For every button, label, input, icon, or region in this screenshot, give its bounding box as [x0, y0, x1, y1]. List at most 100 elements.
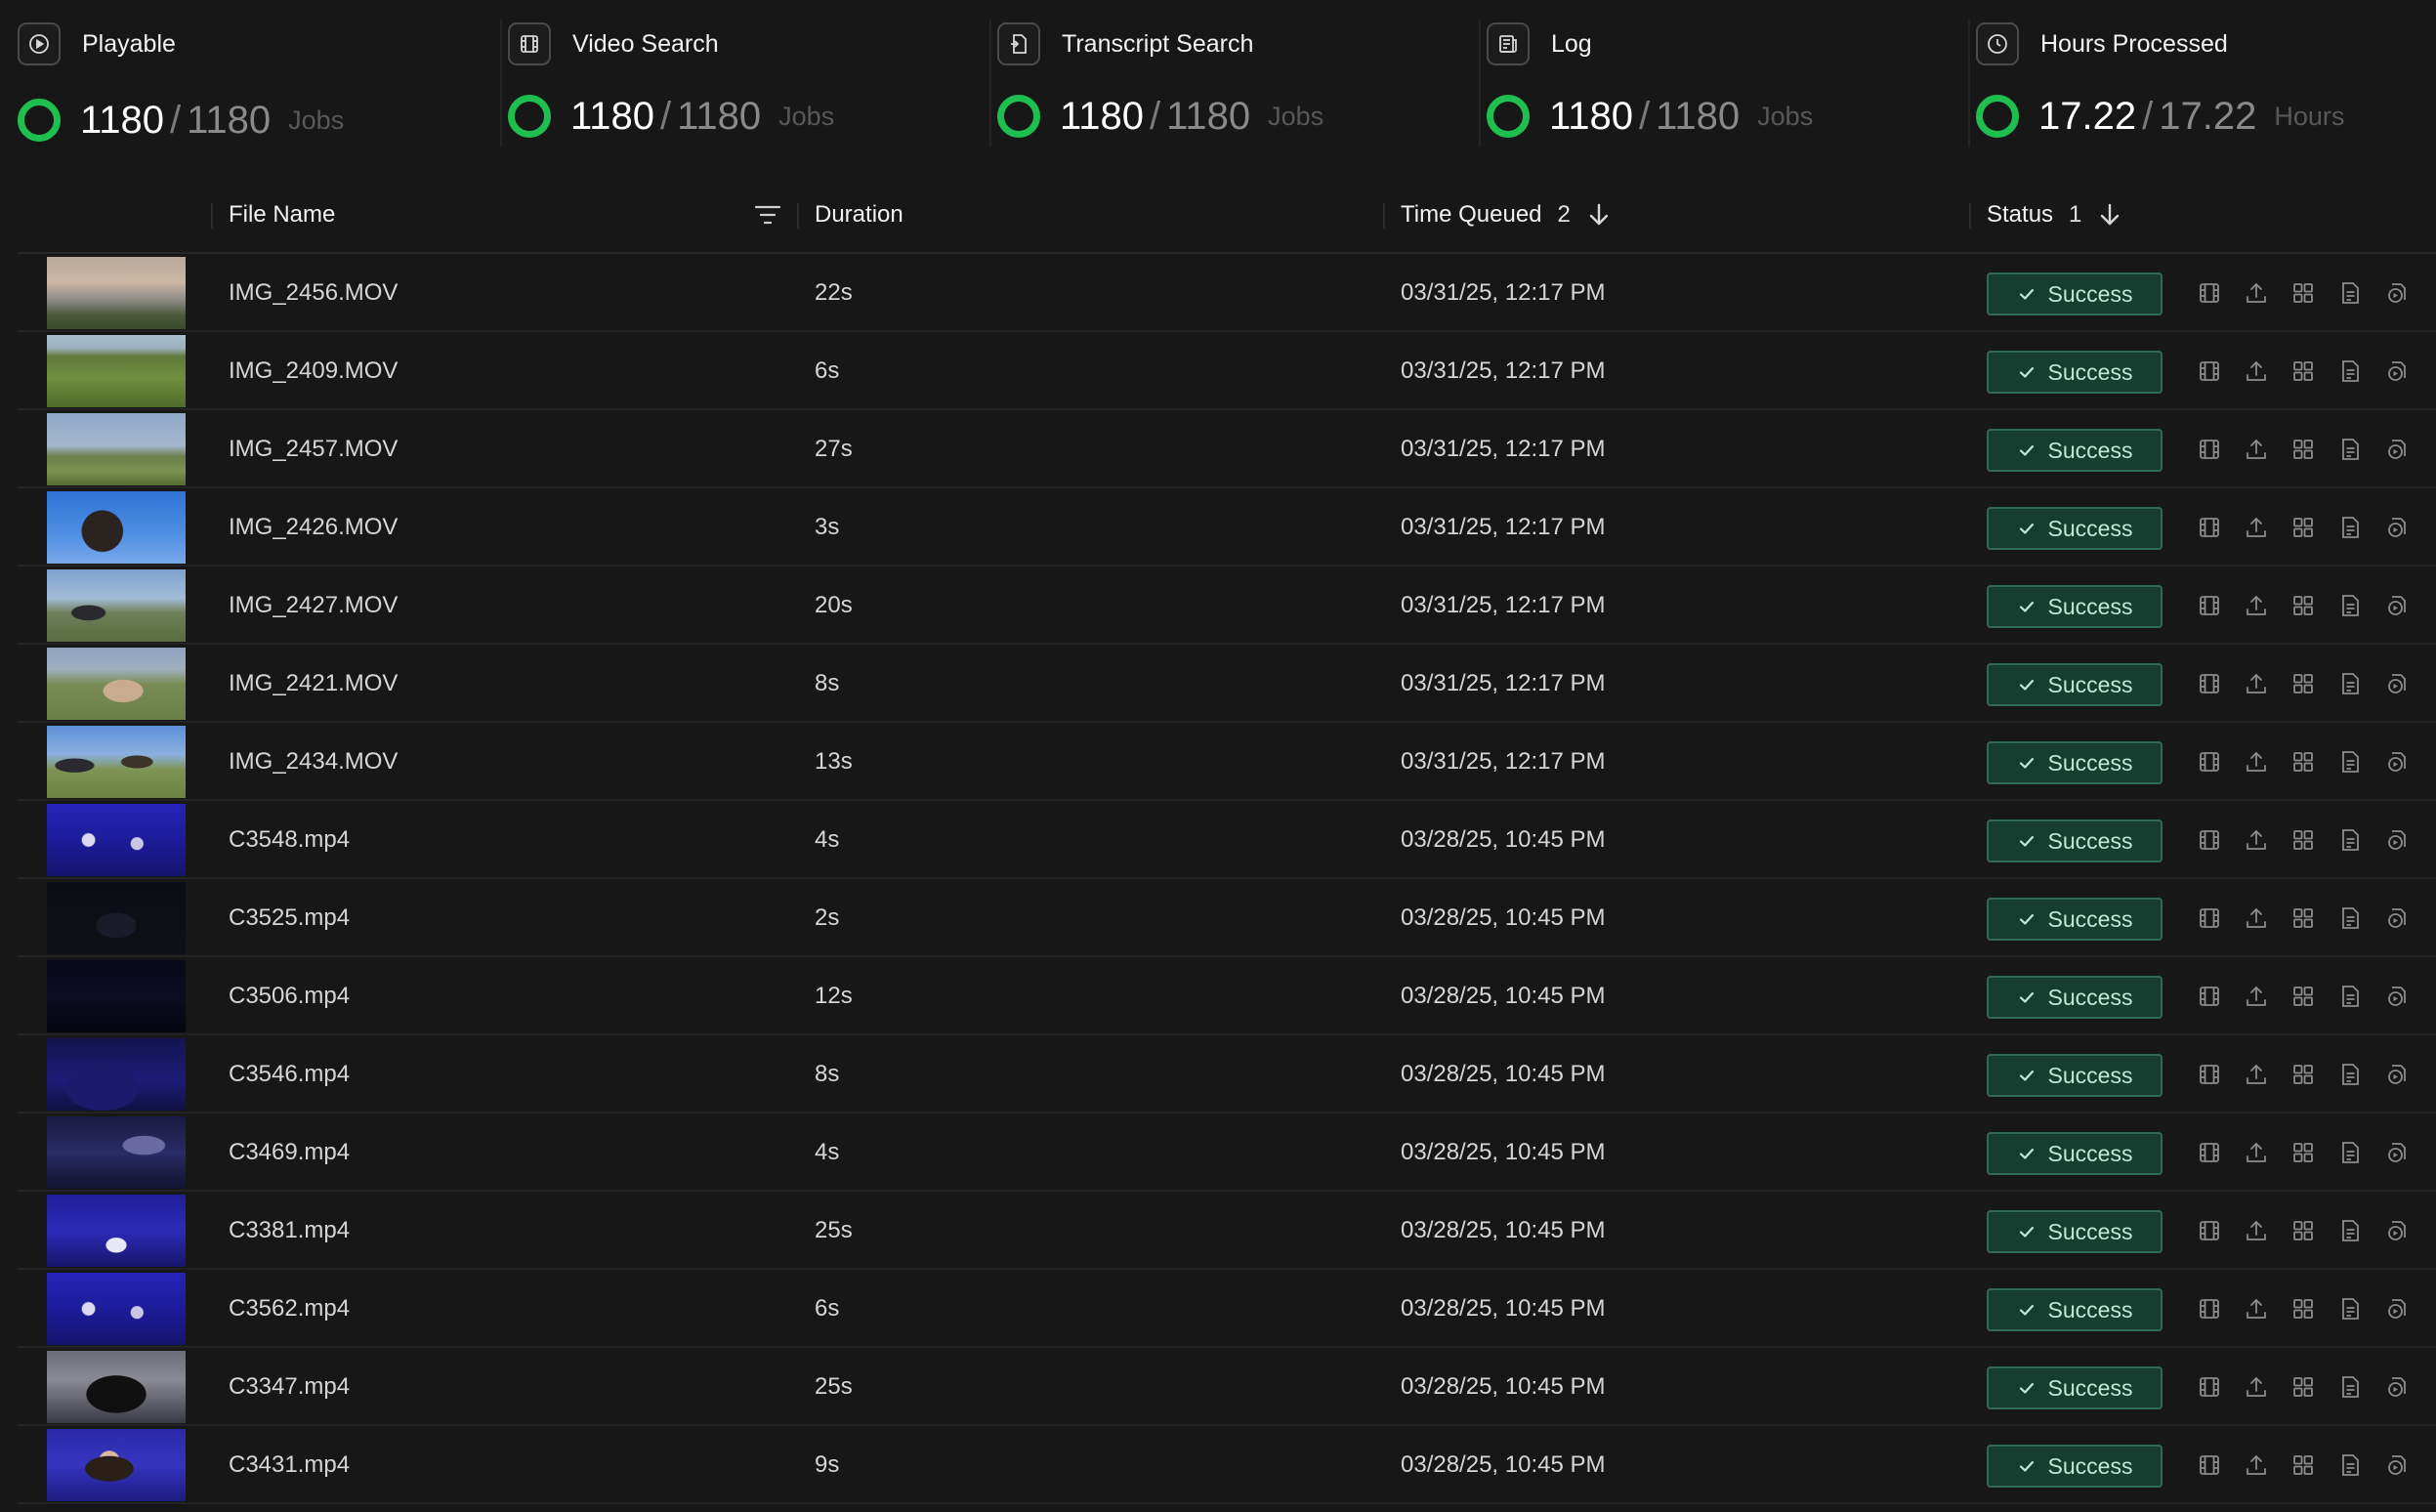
table-row[interactable]: C3506.mp4 12s 03/28/25, 10:45 PM Success [18, 957, 2436, 1035]
table-row[interactable]: C3381.mp4 25s 03/28/25, 10:45 PM Success [18, 1192, 2436, 1270]
table-row[interactable]: IMG_2426.MOV 3s 03/31/25, 12:17 PM Success [18, 488, 2436, 567]
video-thumbnail[interactable] [47, 257, 186, 329]
video-thumbnail[interactable] [47, 1116, 186, 1189]
transcript-icon[interactable] [2381, 903, 2413, 934]
video-thumbnail[interactable] [47, 804, 186, 876]
transcript-icon[interactable] [2381, 824, 2413, 856]
grid-icon[interactable] [2288, 981, 2319, 1012]
document-icon[interactable] [2334, 668, 2366, 699]
film-icon[interactable] [2194, 981, 2225, 1012]
table-row[interactable]: C3469.mp4 4s 03/28/25, 10:45 PM Success [18, 1113, 2436, 1192]
upload-icon[interactable] [2241, 824, 2272, 856]
document-icon[interactable] [2334, 1215, 2366, 1246]
film-icon[interactable] [2194, 512, 2225, 543]
upload-icon[interactable] [2241, 1137, 2272, 1168]
upload-icon[interactable] [2241, 1449, 2272, 1481]
table-row[interactable]: C3525.mp4 2s 03/28/25, 10:45 PM Success [18, 879, 2436, 957]
table-row[interactable]: C3431.mp4 9s 03/28/25, 10:45 PM Success [18, 1426, 2436, 1504]
column-header-duration[interactable]: Duration [797, 176, 903, 254]
transcript-icon[interactable] [2381, 590, 2413, 621]
arrow-down-icon[interactable] [2097, 201, 2122, 229]
document-icon[interactable] [2334, 981, 2366, 1012]
document-icon[interactable] [2334, 277, 2366, 309]
grid-icon[interactable] [2288, 1059, 2319, 1090]
table-row[interactable]: IMG_2427.MOV 20s 03/31/25, 12:17 PM Success [18, 567, 2436, 645]
film-icon[interactable] [2194, 434, 2225, 465]
document-icon[interactable] [2334, 1371, 2366, 1403]
transcript-icon[interactable] [2381, 356, 2413, 387]
upload-icon[interactable] [2241, 356, 2272, 387]
video-thumbnail[interactable] [47, 569, 186, 642]
transcript-icon[interactable] [2381, 512, 2413, 543]
transcript-icon[interactable] [2381, 981, 2413, 1012]
upload-icon[interactable] [2241, 903, 2272, 934]
film-icon[interactable] [2194, 668, 2225, 699]
film-icon[interactable] [2194, 1215, 2225, 1246]
transcript-icon[interactable] [2381, 1371, 2413, 1403]
film-icon[interactable] [2194, 277, 2225, 309]
upload-icon[interactable] [2241, 981, 2272, 1012]
column-header-file-name[interactable]: File Name [211, 176, 335, 254]
transcript-icon[interactable] [2381, 746, 2413, 777]
grid-icon[interactable] [2288, 434, 2319, 465]
document-icon[interactable] [2334, 356, 2366, 387]
video-thumbnail[interactable] [47, 1273, 186, 1345]
film-icon[interactable] [2194, 1137, 2225, 1168]
column-header-status[interactable]: Status 1 [1969, 176, 2122, 254]
upload-icon[interactable] [2241, 1371, 2272, 1403]
arrow-down-icon[interactable] [1586, 201, 1612, 229]
video-thumbnail[interactable] [47, 1351, 186, 1423]
video-thumbnail[interactable] [47, 1429, 186, 1501]
table-row[interactable]: C3347.mp4 25s 03/28/25, 10:45 PM Success [18, 1348, 2436, 1426]
table-row[interactable]: IMG_2434.MOV 13s 03/31/25, 12:17 PM Success [18, 723, 2436, 801]
video-thumbnail[interactable] [47, 491, 186, 564]
film-icon[interactable] [2194, 746, 2225, 777]
document-icon[interactable] [2334, 903, 2366, 934]
table-row[interactable]: C3546.mp4 8s 03/28/25, 10:45 PM Success [18, 1035, 2436, 1113]
document-icon[interactable] [2334, 746, 2366, 777]
table-row[interactable]: C3548.mp4 4s 03/28/25, 10:45 PM Success [18, 801, 2436, 879]
grid-icon[interactable] [2288, 824, 2319, 856]
film-icon[interactable] [2194, 1293, 2225, 1324]
table-row[interactable]: C3562.mp4 6s 03/28/25, 10:45 PM Success [18, 1270, 2436, 1348]
video-thumbnail[interactable] [47, 726, 186, 798]
grid-icon[interactable] [2288, 512, 2319, 543]
grid-icon[interactable] [2288, 277, 2319, 309]
transcript-icon[interactable] [2381, 1215, 2413, 1246]
table-row[interactable]: IMG_2409.MOV 6s 03/31/25, 12:17 PM Success [18, 332, 2436, 410]
grid-icon[interactable] [2288, 668, 2319, 699]
document-icon[interactable] [2334, 1293, 2366, 1324]
upload-icon[interactable] [2241, 1059, 2272, 1090]
transcript-icon[interactable] [2381, 434, 2413, 465]
document-icon[interactable] [2334, 434, 2366, 465]
film-icon[interactable] [2194, 356, 2225, 387]
grid-icon[interactable] [2288, 1371, 2319, 1403]
document-icon[interactable] [2334, 1059, 2366, 1090]
upload-icon[interactable] [2241, 277, 2272, 309]
upload-icon[interactable] [2241, 668, 2272, 699]
video-thumbnail[interactable] [47, 882, 186, 954]
upload-icon[interactable] [2241, 746, 2272, 777]
upload-icon[interactable] [2241, 1293, 2272, 1324]
grid-icon[interactable] [2288, 1137, 2319, 1168]
film-icon[interactable] [2194, 590, 2225, 621]
video-thumbnail[interactable] [47, 648, 186, 720]
video-thumbnail[interactable] [47, 413, 186, 485]
transcript-icon[interactable] [2381, 1293, 2413, 1324]
upload-icon[interactable] [2241, 590, 2272, 621]
video-thumbnail[interactable] [47, 1038, 186, 1111]
grid-icon[interactable] [2288, 1215, 2319, 1246]
upload-icon[interactable] [2241, 512, 2272, 543]
document-icon[interactable] [2334, 590, 2366, 621]
document-icon[interactable] [2334, 512, 2366, 543]
grid-icon[interactable] [2288, 903, 2319, 934]
filter-icon[interactable] [752, 200, 783, 230]
transcript-icon[interactable] [2381, 1137, 2413, 1168]
transcript-icon[interactable] [2381, 668, 2413, 699]
table-row[interactable]: IMG_2457.MOV 27s 03/31/25, 12:17 PM Success [18, 410, 2436, 488]
table-row[interactable]: IMG_2456.MOV 22s 03/31/25, 12:17 PM Success [18, 254, 2436, 332]
film-icon[interactable] [2194, 824, 2225, 856]
video-thumbnail[interactable] [47, 1195, 186, 1267]
grid-icon[interactable] [2288, 590, 2319, 621]
grid-icon[interactable] [2288, 356, 2319, 387]
